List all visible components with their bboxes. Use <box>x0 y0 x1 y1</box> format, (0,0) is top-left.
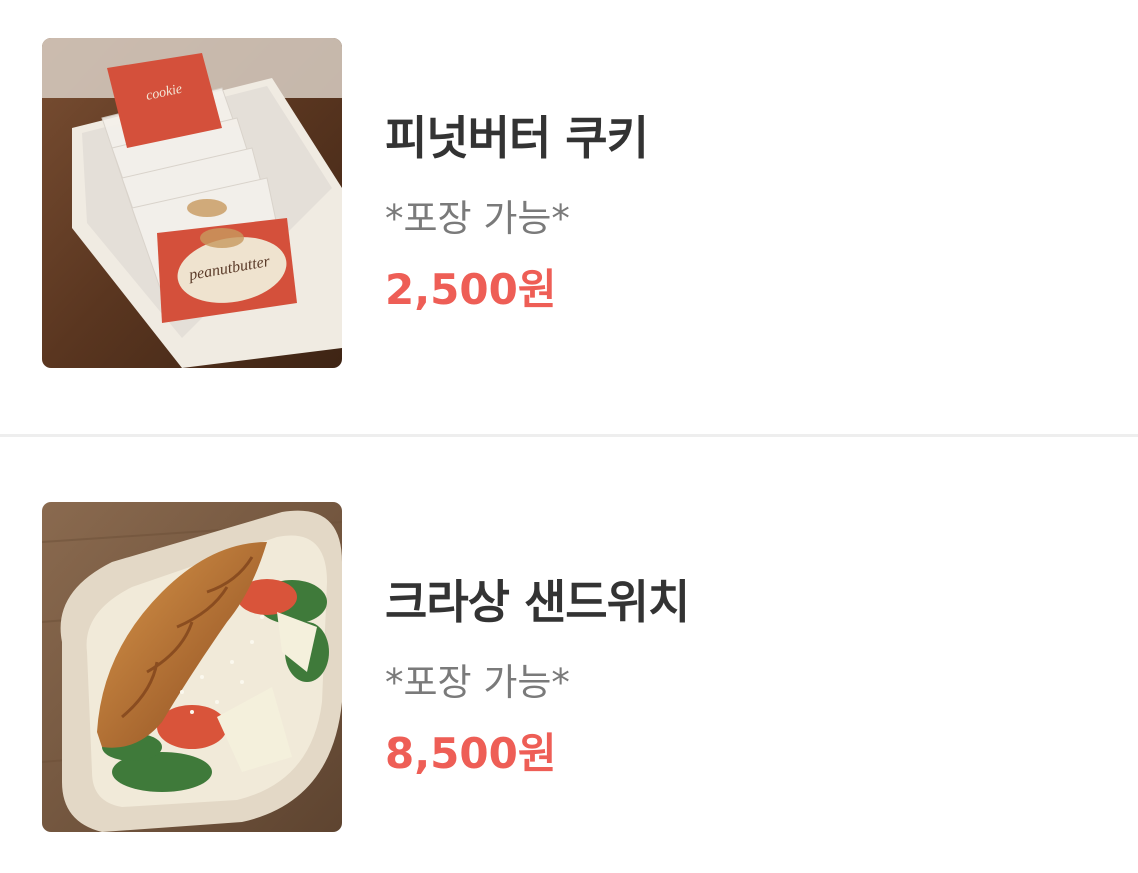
item-name: 피넛버터 쿠키 <box>385 111 649 165</box>
menu-item[interactable]: cookie peanutbutter 피넛버터 쿠키 *포장 가능* 2,50… <box>0 38 1138 368</box>
cookie-photo: cookie peanutbutter <box>42 38 342 368</box>
croissant-sandwich-photo <box>42 502 342 832</box>
divider <box>0 434 1138 437</box>
item-description: *포장 가능* <box>385 197 570 240</box>
item-name: 크라상 샌드위치 <box>385 575 690 629</box>
item-price: 8,500원 <box>385 729 557 778</box>
menu-item[interactable]: 크라상 샌드위치 *포장 가능* 8,500원 <box>0 502 1138 832</box>
item-description: *포장 가능* <box>385 661 570 704</box>
item-price: 2,500원 <box>385 265 557 314</box>
menu-list: cookie peanutbutter 피넛버터 쿠키 *포장 가능* 2,50… <box>0 0 1138 873</box>
